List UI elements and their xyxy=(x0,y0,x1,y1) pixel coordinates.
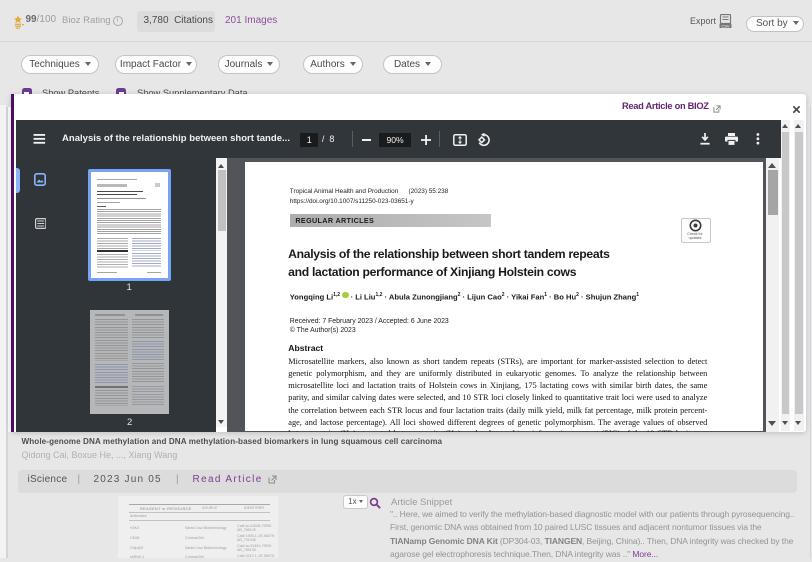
svg-text:CSV: CSV xyxy=(721,23,730,28)
